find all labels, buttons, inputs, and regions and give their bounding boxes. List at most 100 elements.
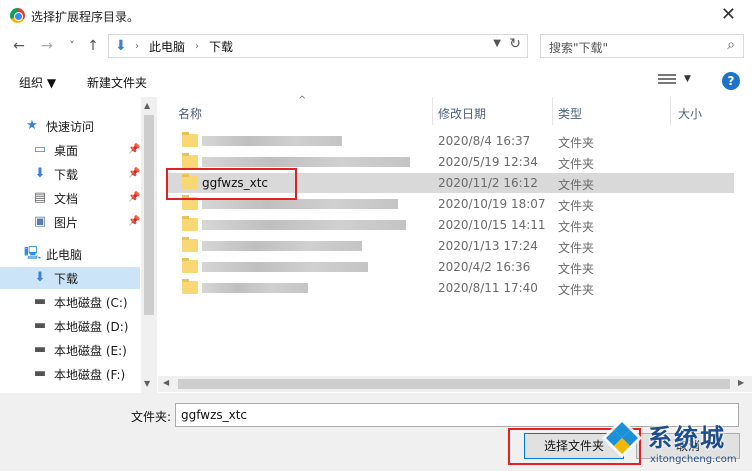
sidebar-item-quick-access[interactable]: ★ 快速访问 (0, 115, 140, 137)
window-title: 选择扩展程序目录。 (31, 10, 140, 24)
sidebar-item-label: 本地磁盘 (F:) (54, 367, 126, 382)
column-divider[interactable] (552, 97, 553, 125)
title-bar: 选择扩展程序目录。 ✕ (0, 0, 752, 30)
chevron-down-icon[interactable]: ▼ (493, 38, 501, 49)
sidebar-item-label: 本地磁盘 (C:) (54, 295, 128, 310)
sidebar-item-drive-d[interactable]: ▬ 本地磁盘 (D:) (0, 315, 140, 337)
blurred-filename (202, 262, 368, 272)
sidebar-item-label: 图片 (54, 215, 79, 230)
blurred-filename (202, 241, 362, 251)
file-date: 2020/10/19 18:07 (438, 197, 546, 211)
watermark: 系统城 xitongcheng.com (596, 410, 752, 470)
sidebar-item-label: 下载 (54, 271, 79, 286)
folder-icon (182, 279, 198, 294)
download-icon: ⬇ (34, 270, 46, 285)
navigation-bar: ← → ˅ ↑ ⬇ › 此电脑 › 下载 ▼ ↻ 搜索"下载" ⌕ (0, 34, 752, 60)
annotation-highlight-box (166, 168, 297, 200)
close-icon[interactable]: ✕ (721, 4, 736, 25)
document-icon: ▤ (33, 190, 47, 205)
recent-locations-icon[interactable]: ˅ (63, 36, 81, 56)
blurred-filename (202, 157, 410, 167)
folder-icon (182, 153, 198, 168)
breadcrumb-separator: › (135, 40, 139, 52)
address-bar[interactable]: ⬇ › 此电脑 › 下载 ▼ ↻ (108, 34, 528, 58)
chrome-icon (10, 8, 25, 23)
file-date: 2020/5/19 12:34 (438, 155, 538, 169)
view-options-icon[interactable] (658, 74, 676, 88)
desktop-icon: ▭ (33, 142, 47, 157)
sidebar-item-desktop[interactable]: ▭ 桌面 📌 (0, 139, 141, 161)
breadcrumb-this-pc[interactable]: 此电脑 (149, 38, 185, 55)
breadcrumb-separator: › (195, 40, 200, 52)
sort-ascending-icon: ^ (298, 95, 307, 106)
scrollbar-thumb[interactable] (178, 379, 730, 389)
sidebar-item-drive-c[interactable]: ▬ 本地磁盘 (C:) (0, 291, 140, 313)
column-divider[interactable] (670, 97, 671, 125)
sidebar-item-downloads[interactable]: ⬇ 下载 (0, 267, 140, 289)
blurred-filename (202, 283, 308, 293)
sidebar-item-this-pc[interactable]: 🖳 此电脑 (0, 243, 140, 265)
forward-arrow-icon[interactable]: → (38, 36, 56, 56)
sidebar-scrollbar[interactable]: ▲ ▼ (141, 97, 157, 393)
folder-icon (182, 216, 198, 231)
sidebar-item-drive-e[interactable]: ▬ 本地磁盘 (E:) (0, 339, 140, 361)
list-item[interactable]: 2020/4/2 16:36 文件夹 (168, 257, 734, 277)
watermark-logo-icon (602, 418, 642, 458)
drive-icon: ▬ (33, 366, 47, 381)
column-header-type[interactable]: 类型 (558, 105, 582, 122)
search-input[interactable]: 搜索"下载" ⌕ (540, 34, 744, 58)
sidebar-item-label: 本地磁盘 (D:) (54, 319, 129, 334)
folder-icon (182, 258, 198, 273)
column-header-size[interactable]: 大小 (678, 105, 702, 122)
back-arrow-icon[interactable]: ← (10, 36, 28, 56)
file-type: 文件夹 (558, 283, 595, 297)
search-icon: ⌕ (727, 37, 735, 53)
sidebar-item-label: 桌面 (54, 143, 79, 158)
pin-icon: 📌 (128, 216, 141, 227)
file-date: 2020/8/4 16:37 (438, 134, 531, 148)
help-icon[interactable]: ? (722, 72, 740, 90)
scrollbar-thumb[interactable] (144, 115, 154, 315)
download-icon: ⬇ (34, 166, 46, 181)
file-type: 文件夹 (558, 157, 595, 171)
sidebar-item-label: 快速访问 (46, 119, 95, 134)
up-arrow-icon[interactable]: ↑ (84, 36, 102, 56)
sidebar-item-pictures[interactable]: ▣ 图片 📌 (0, 211, 141, 233)
picture-icon: ▣ (33, 214, 47, 229)
chevron-down-icon[interactable]: ▼ (684, 74, 691, 84)
column-header-modified[interactable]: 修改日期 (438, 105, 486, 122)
sidebar-item-label: 此电脑 (46, 247, 83, 262)
folder-icon (182, 237, 198, 252)
list-item[interactable]: 2020/1/13 17:24 文件夹 (168, 236, 734, 256)
navigation-pane: ★ 快速访问 ▭ 桌面 📌 ⬇ 下载 📌 ▤ 文档 📌 ▣ 图片 📌 🖳 此电脑… (0, 97, 157, 393)
breadcrumb-downloads[interactable]: 下载 (209, 38, 233, 55)
drive-icon: ▬ (33, 294, 47, 309)
list-item[interactable]: 2020/8/4 16:37 文件夹 (168, 131, 734, 151)
sidebar-item-documents[interactable]: ▤ 文档 📌 (0, 187, 141, 209)
sidebar-item-downloads-quick[interactable]: ⬇ 下载 📌 (0, 163, 141, 185)
file-type: 文件夹 (558, 262, 595, 276)
organize-menu[interactable]: 组织 ▼ (19, 74, 56, 91)
scroll-left-arrow-icon[interactable]: ◀ (163, 378, 169, 387)
toolbar: 组织 ▼ 新建文件夹 ▼ ? (0, 66, 752, 96)
scroll-up-arrow-icon[interactable]: ▲ (144, 101, 150, 110)
sidebar-item-label: 文档 (54, 191, 79, 206)
sidebar-item-drive-f[interactable]: ▬ 本地磁盘 (F:) (0, 363, 140, 385)
list-item[interactable]: 2020/10/15 14:11 文件夹 (168, 215, 734, 235)
scroll-right-arrow-icon[interactable]: ▶ (738, 378, 744, 387)
scroll-down-arrow-icon[interactable]: ▼ (144, 379, 150, 388)
blurred-filename (202, 136, 342, 146)
list-item[interactable]: 2020/8/11 17:40 文件夹 (168, 278, 734, 298)
pin-icon: 📌 (128, 144, 141, 155)
column-header-name[interactable]: 名称 (178, 105, 202, 122)
watermark-text: 系统城 (648, 424, 726, 452)
file-list: ^ 名称 修改日期 类型 大小 2020/8/4 16:37 文件夹 2020/… (168, 95, 752, 393)
column-divider[interactable] (432, 97, 433, 125)
new-folder-button[interactable]: 新建文件夹 (87, 74, 147, 91)
horizontal-scrollbar[interactable]: ◀ ▶ (158, 376, 752, 392)
file-type: 文件夹 (558, 136, 595, 150)
computer-icon: 🖳 (24, 246, 42, 261)
file-date: 2020/8/11 17:40 (438, 281, 538, 295)
sidebar-item-label: 下载 (54, 167, 79, 182)
refresh-icon[interactable]: ↻ (509, 36, 521, 52)
